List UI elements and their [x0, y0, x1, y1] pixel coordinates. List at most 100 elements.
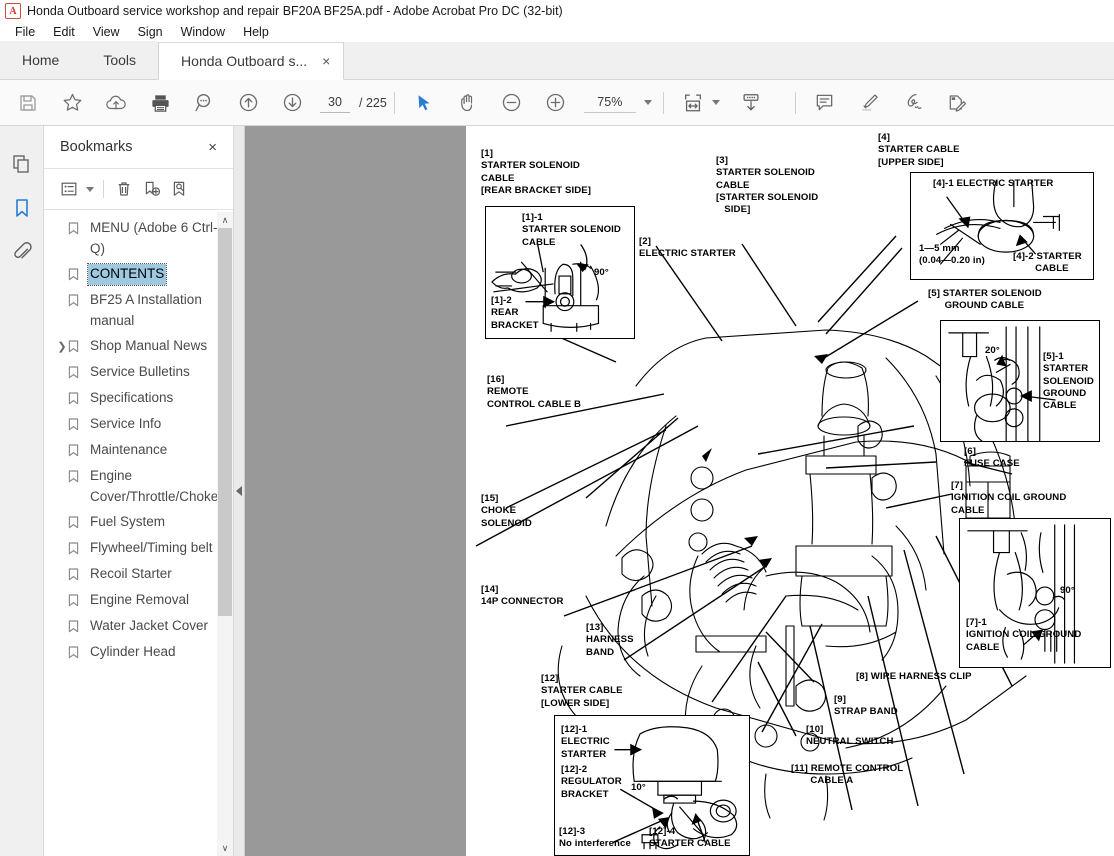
bookmark-options-caret-icon[interactable] [86, 186, 94, 192]
tab-tools[interactable]: Tools [81, 41, 159, 79]
scroll-down-icon[interactable] [734, 86, 768, 120]
bookmark-label: Service Info [90, 415, 162, 431]
bookmark-label: BF25 A Installation manual [90, 291, 202, 328]
label-7: [7] IGNITION COIL GROUND CABLE [951, 480, 1067, 516]
menu-file[interactable]: File [6, 22, 44, 42]
bookmark-icon [68, 336, 88, 358]
bookmark-item[interactable]: Fuel System [44, 510, 234, 536]
bookmark-item[interactable]: Engine Cover/Throttle/Choke [44, 464, 234, 510]
label-5-angle: 20° [985, 345, 1000, 356]
toolbar-separator-3 [794, 91, 796, 114]
collapse-panel-handle[interactable] [234, 126, 245, 856]
new-bookmark-icon[interactable] [139, 176, 165, 202]
label-4-gap: 1—5 mm (0.04—0.20 in) [919, 243, 985, 267]
bookmark-item[interactable]: BF25 A Installation manual [44, 288, 234, 334]
tab-document[interactable]: Honda Outboard s... × [158, 42, 345, 80]
bookmark-item[interactable]: Specifications [44, 386, 234, 412]
tab-home-label: Home [22, 52, 60, 68]
search-icon[interactable] [187, 86, 221, 120]
main-toolbar: / 225 [0, 80, 1114, 126]
zoom-in-icon[interactable] [539, 86, 573, 120]
bookmarks-list[interactable]: MENU (Adobe 6 Ctrl-Q) CONTENTS BF25 A In… [44, 212, 234, 856]
bookmark-item[interactable]: Maintenance [44, 438, 234, 464]
bookmark-label: Specifications [90, 389, 174, 405]
scroll-up-icon[interactable]: ∧ [217, 212, 233, 228]
pages-icon[interactable] [5, 144, 39, 184]
label-1-1: [1]-1 STARTER SOLENOID CABLE [522, 212, 621, 248]
zoom-out-icon[interactable] [495, 86, 529, 120]
bookmark-item[interactable]: Flywheel/Timing belt [44, 536, 234, 562]
select-cursor-icon[interactable] [407, 86, 441, 120]
bookmark-item[interactable]: Cylinder Head [44, 640, 234, 666]
label-12-1: [12]-1 ELECTRIC STARTER [561, 724, 610, 760]
hand-icon[interactable] [451, 86, 485, 120]
detail-box-12: [12]-1 ELECTRIC STARTER [12]-2 REGULATOR… [554, 715, 750, 856]
bookmark-icon [68, 440, 88, 462]
sign-pen-icon[interactable] [896, 86, 930, 120]
save-icon[interactable] [11, 86, 45, 120]
navigation-rail [0, 126, 44, 856]
bookmark-item[interactable]: MENU (Adobe 6 Ctrl-Q) [44, 216, 234, 262]
fit-page-icon[interactable] [676, 86, 710, 120]
fill-and-sign-icon[interactable] [940, 86, 974, 120]
close-icon[interactable]: × [319, 53, 333, 69]
zoom-dropdown-caret-icon[interactable] [643, 100, 652, 105]
close-icon[interactable]: × [204, 137, 221, 158]
label-8: [8] WIRE HARNESS CLIP [856, 671, 972, 682]
label-4: [4] STARTER CABLE [UPPER SIDE] [878, 132, 960, 168]
title-bar: A Honda Outboard service workshop and re… [0, 0, 1114, 22]
bookmark-item[interactable]: Service Bulletins [44, 360, 234, 386]
find-bookmark-icon[interactable] [167, 176, 193, 202]
label-14: [14] 14P CONNECTOR [481, 584, 564, 608]
zoom-level-input[interactable] [583, 92, 636, 113]
bookmarks-toolbar [44, 168, 233, 210]
label-3: [3] STARTER SOLENOID CABLE [STARTER SOLE… [716, 155, 819, 216]
menu-sign[interactable]: Sign [129, 22, 172, 42]
menu-edit[interactable]: Edit [44, 22, 84, 42]
delete-bookmark-icon[interactable] [111, 176, 137, 202]
label-5-1: [5]-1 STARTER SOLENOID GROUND CABLE [1043, 351, 1094, 412]
bookmark-item[interactable]: CONTENTS [44, 262, 234, 288]
bookmark-item[interactable]: Recoil Starter [44, 562, 234, 588]
bookmark-item[interactable]: Water Jacket Cover [44, 614, 234, 640]
bookmark-icon [68, 616, 88, 638]
cloud-upload-icon[interactable] [99, 86, 133, 120]
bookmark-icon [68, 466, 88, 488]
menu-window[interactable]: Window [172, 22, 234, 42]
bookmark-icon [68, 264, 88, 286]
scroll-down-icon[interactable]: ∨ [217, 840, 233, 856]
pdf-viewer[interactable]: [1] STARTER SOLENOID CABLE [REAR BRACKET… [245, 126, 1114, 856]
highlighter-icon[interactable] [852, 86, 886, 120]
label-15: [15] CHOKE SOLENOID [481, 493, 532, 529]
comment-icon[interactable] [808, 86, 842, 120]
bookmark-icon[interactable] [5, 188, 39, 228]
label-9: [9] STRAP BAND [834, 694, 898, 718]
bookmark-icon [68, 290, 88, 312]
bookmark-icon [68, 388, 88, 410]
menu-help[interactable]: Help [234, 22, 278, 42]
label-6: [6] FUSE CASE [964, 446, 1020, 470]
bookmark-item[interactable]: Engine Removal [44, 588, 234, 614]
chevron-right-icon[interactable]: ❯ [56, 336, 68, 358]
star-icon[interactable] [55, 86, 89, 120]
menu-view[interactable]: View [84, 22, 129, 42]
bookmark-label: Service Bulletins [90, 363, 190, 379]
bookmark-options-icon[interactable] [56, 176, 82, 202]
bookmark-item[interactable]: ❯ Shop Manual News [44, 334, 234, 360]
bookmarks-scrollbar[interactable]: ∧ ∨ [217, 212, 233, 856]
tab-document-label: Honda Outboard s... [181, 53, 308, 69]
bookmark-label: CONTENTS [86, 262, 168, 286]
bookmark-icon [68, 564, 88, 586]
bookmark-item[interactable]: Service Info [44, 412, 234, 438]
bookmark-icon [68, 218, 88, 240]
scrollbar-thumb[interactable] [218, 228, 232, 616]
bookmark-label: Flywheel/Timing belt [90, 539, 213, 555]
paperclip-icon[interactable] [5, 232, 39, 272]
next-page-icon[interactable] [275, 86, 309, 120]
page-number-input[interactable] [320, 92, 350, 113]
print-icon[interactable] [143, 86, 177, 120]
bookmark-icon [68, 590, 88, 612]
tab-home[interactable]: Home [0, 41, 82, 79]
previous-page-icon[interactable] [231, 86, 265, 120]
fit-page-dropdown-caret-icon[interactable] [711, 100, 720, 105]
